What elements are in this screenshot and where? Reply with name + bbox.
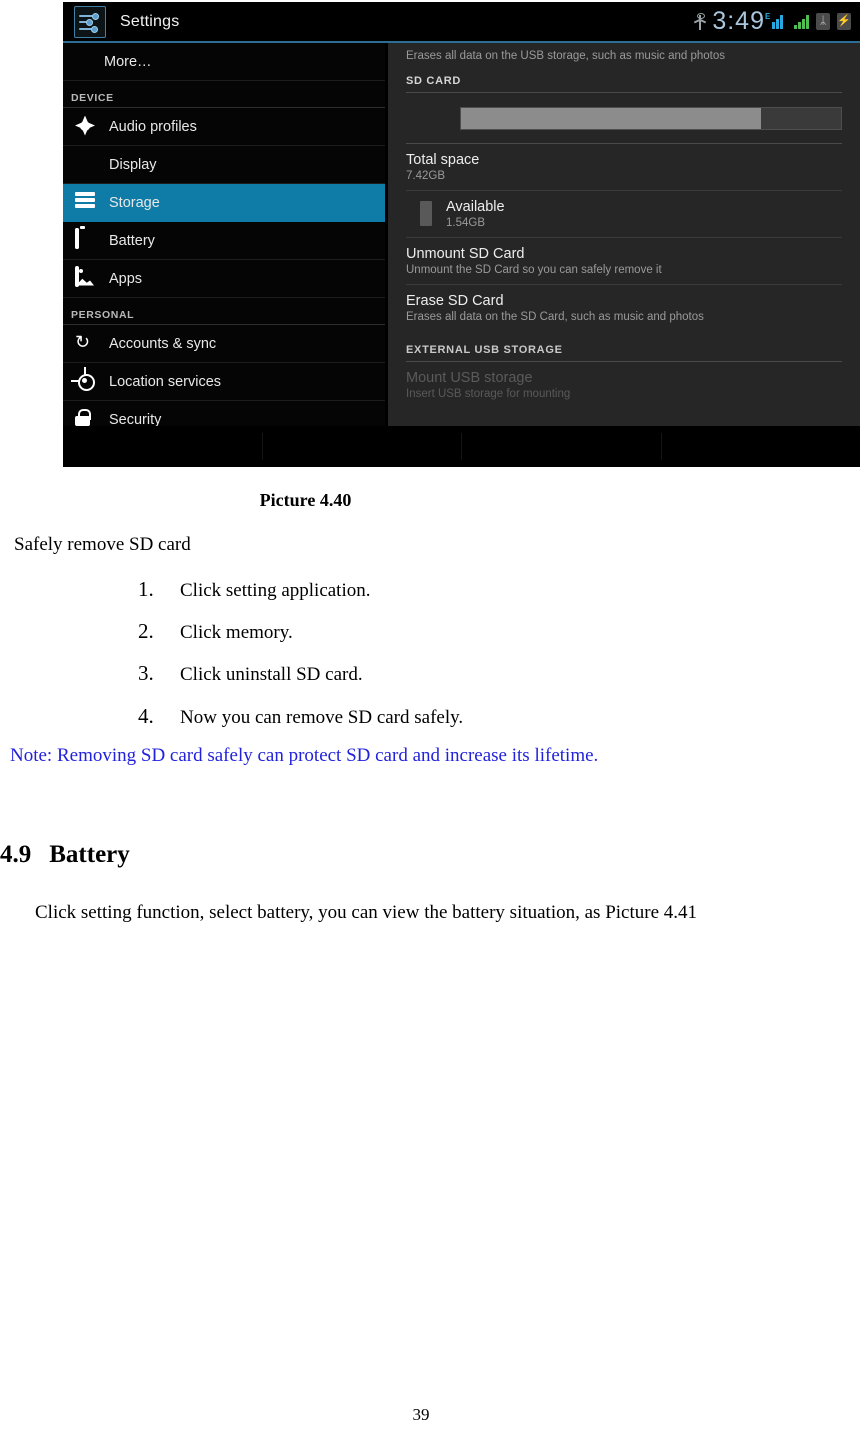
signal-edge-label: E	[765, 12, 771, 21]
signal-bars-green-icon	[794, 14, 809, 29]
sd-usage-meter-fill	[461, 108, 762, 129]
sidebar-item-label: Accounts & sync	[109, 335, 217, 352]
sidebar-item-storage[interactable]: Storage	[63, 184, 385, 222]
apps-icon	[75, 265, 97, 290]
sidebar-item-label: Battery	[109, 232, 155, 249]
settings-sidebar[interactable]: More… DEVICE Audio profiles Display Stor…	[63, 43, 385, 426]
total-space-value: 7.42GB	[406, 170, 445, 182]
battery-charging-icon: ⚡	[837, 13, 851, 30]
sd-usage-meter-wrap	[406, 93, 842, 144]
app-title: Settings	[120, 12, 180, 30]
page-number: 39	[412, 1405, 430, 1424]
sidebar-section-label: PERSONAL	[71, 309, 135, 321]
sidebar-item-security[interactable]: Security	[63, 401, 385, 426]
sidebar-item-apps[interactable]: Apps	[63, 260, 385, 298]
sd-usage-meter	[460, 107, 842, 130]
erase-sd-card-label: Erase SD Card	[406, 293, 504, 309]
erase-sd-card-sub: Erases all data on the SD Card, such as …	[406, 311, 704, 323]
android-settings-screenshot: Settings 3:49 E ᛦ ⚡ More… DEVICE Audio p…	[63, 2, 860, 467]
display-icon	[75, 154, 97, 176]
erase-sd-card-row[interactable]: Erase SD Card Erases all data on the SD …	[406, 285, 842, 331]
list-item-text: Click memory.	[180, 622, 293, 643]
list-item-text: Click setting application.	[180, 580, 371, 601]
list-item-text: Now you can remove SD card safely.	[180, 707, 464, 728]
signal-bars-blue-icon: E	[765, 12, 787, 29]
storage-detail-pane[interactable]: Erases all data on the USB storage, such…	[385, 43, 860, 426]
bluetooth-icon: ᛦ	[816, 13, 830, 30]
sidebar-section-device: DEVICE	[63, 81, 385, 108]
list-item-text: Click uninstall SD card.	[180, 664, 363, 685]
sidebar-section-personal: PERSONAL	[63, 298, 385, 325]
status-bar: 3:49 E ᛦ ⚡	[694, 9, 851, 34]
heading-number: 4.9	[0, 841, 32, 868]
heading-title: Battery	[49, 841, 130, 868]
total-space-row: Total space 7.42GB	[406, 144, 842, 191]
storage-icon	[75, 191, 97, 214]
available-value: 1.54GB	[446, 217, 485, 229]
sidebar-item-label: More…	[104, 53, 152, 70]
sidebar-item-display[interactable]: Display	[63, 146, 385, 184]
section-intro-text: Safely remove SD card	[14, 534, 191, 555]
sidebar-item-label: Storage	[109, 194, 160, 211]
mount-usb-storage-row: Mount USB storage Insert USB storage for…	[406, 362, 842, 408]
action-bar: Settings 3:49 E ᛦ ⚡	[63, 2, 860, 41]
audio-profiles-icon	[75, 115, 97, 138]
usb-erase-caption: Erases all data on the USB storage, such…	[406, 50, 725, 62]
sidebar-item-label: Location services	[109, 373, 222, 390]
nav-extra-cell[interactable]	[662, 433, 861, 460]
list-item: 1. Click setting application.	[138, 576, 371, 603]
list-item: 2. Click memory.	[138, 618, 293, 645]
figure-caption: Picture 4.40	[259, 490, 352, 510]
sidebar-item-label: Apps	[109, 270, 143, 287]
sidebar-item-label: Display	[109, 156, 157, 173]
mount-usb-storage-sub: Insert USB storage for mounting	[406, 388, 571, 400]
mount-usb-storage-label: Mount USB storage	[406, 370, 533, 386]
nav-home-cell[interactable]	[263, 433, 462, 460]
unmount-sd-card-label: Unmount SD Card	[406, 246, 525, 262]
nav-recents-cell[interactable]	[462, 433, 662, 460]
sidebar-item-label: Security	[109, 411, 162, 427]
system-navigation-bar[interactable]	[63, 426, 860, 467]
external-usb-section-header: EXTERNAL USB STORAGE	[406, 331, 842, 362]
list-item-number: 1.	[138, 577, 154, 601]
list-item-number: 2.	[138, 619, 154, 643]
sidebar-item-audio-profiles[interactable]: Audio profiles	[63, 108, 385, 146]
lock-icon	[75, 408, 97, 427]
available-label: Available	[446, 199, 505, 215]
sidebar-item-more[interactable]: More…	[63, 43, 385, 81]
usb-icon	[694, 12, 707, 31]
sidebar-section-label: DEVICE	[71, 92, 114, 104]
storage-legend-swatch	[420, 201, 432, 226]
list-item: 4. Now you can remove SD card safely.	[138, 703, 463, 730]
sidebar-item-location-services[interactable]: Location services	[63, 363, 385, 401]
unmount-sd-card-sub: Unmount the SD Card so you can safely re…	[406, 264, 662, 276]
available-row: Available 1.54GB	[406, 191, 842, 238]
settings-sliders-icon	[74, 5, 106, 38]
unmount-sd-card-row[interactable]: Unmount SD Card Unmount the SD Card so y…	[406, 238, 842, 285]
page-title: 4.9 Battery	[0, 841, 130, 869]
total-space-label: Total space	[406, 152, 480, 168]
nav-back-cell[interactable]	[63, 433, 263, 460]
list-item-number: 3.	[138, 661, 154, 685]
battery-icon	[75, 227, 97, 252]
location-icon	[71, 366, 97, 393]
sd-card-section-header: SD CARD	[406, 62, 842, 93]
sidebar-item-accounts-sync[interactable]: ↻ Accounts & sync	[63, 325, 385, 363]
note-text: Note: Removing SD card safely can protec…	[10, 745, 599, 766]
sidebar-item-battery[interactable]: Battery	[63, 222, 385, 260]
list-item: 3. Click uninstall SD card.	[138, 660, 363, 687]
sidebar-item-label: Audio profiles	[109, 118, 197, 135]
status-clock: 3:49	[712, 7, 765, 35]
body-paragraph: Click setting function, select battery, …	[35, 902, 698, 923]
list-item-number: 4.	[138, 704, 154, 728]
sync-icon: ↻	[75, 331, 91, 352]
